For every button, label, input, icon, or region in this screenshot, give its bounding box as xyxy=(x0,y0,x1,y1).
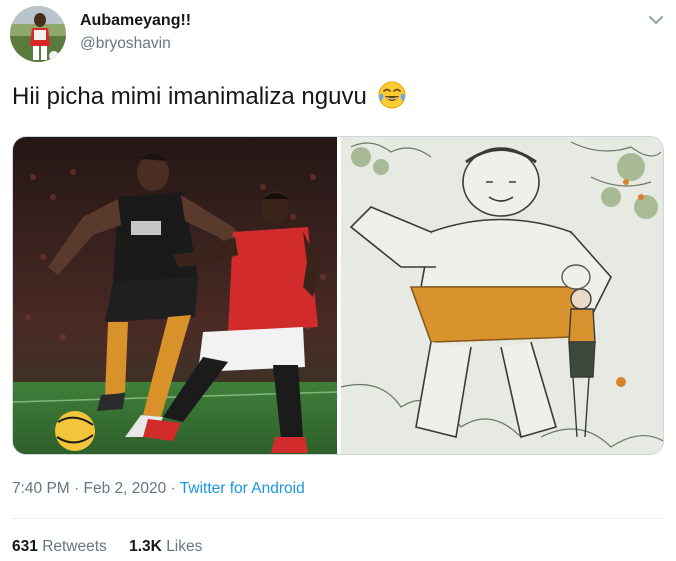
tweet-media[interactable] xyxy=(12,136,664,455)
tweet-meta: 7:40 PM · Feb 2, 2020 · Twitter for Andr… xyxy=(12,480,305,498)
tweet-card: Aubameyang!! @bryoshavin Hii picha mimi … xyxy=(0,0,676,561)
tweet-date[interactable]: Feb 2, 2020 xyxy=(84,480,167,497)
avatar[interactable] xyxy=(10,6,66,62)
likes-label: Likes xyxy=(166,538,203,555)
tweet-time[interactable]: 7:40 PM xyxy=(12,480,70,497)
retweets-label: Retweets xyxy=(42,538,107,555)
chevron-down-icon xyxy=(649,16,663,24)
tweet-source-link[interactable]: Twitter for Android xyxy=(180,480,305,497)
football-photo[interactable] xyxy=(13,137,338,455)
display-name[interactable]: Aubameyang!! xyxy=(80,12,191,30)
soccer-ball xyxy=(55,411,95,451)
face-with-tears-of-joy-icon xyxy=(378,81,406,109)
meta-separator: · xyxy=(74,480,80,497)
meta-separator-2: · xyxy=(170,480,176,497)
tweet-text-content: Hii picha mimi imanimaliza nguvu xyxy=(12,83,367,110)
more-options-button[interactable] xyxy=(644,10,668,30)
retweets-count: 631 xyxy=(12,538,38,555)
divider xyxy=(12,518,664,519)
likes-count: 1.3K xyxy=(129,538,162,555)
retweets-stat[interactable]: 631 Retweets xyxy=(12,538,107,555)
tweet-text: Hii picha mimi imanimaliza nguvu xyxy=(12,80,407,111)
user-handle[interactable]: @bryoshavin xyxy=(80,35,171,53)
tweet-stats: 631 Retweets 1.3K Likes xyxy=(12,538,220,556)
likes-stat[interactable]: 1.3K Likes xyxy=(129,538,202,555)
cartoon-illustration[interactable] xyxy=(340,137,664,455)
